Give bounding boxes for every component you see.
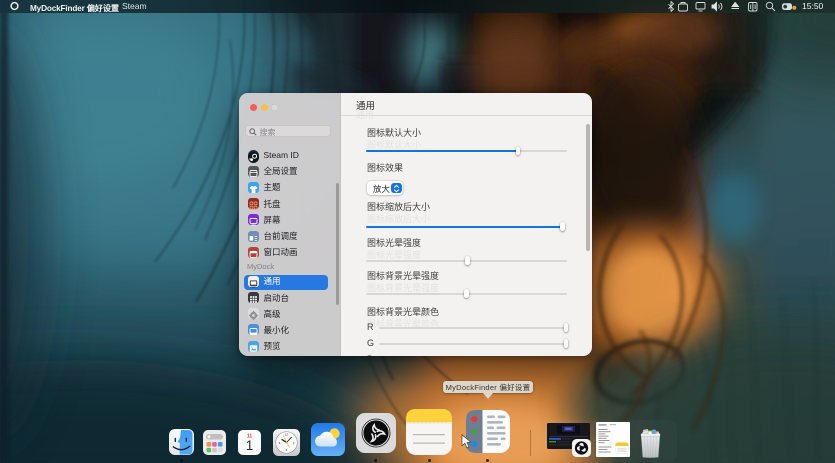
svg-text:12: 12 bbox=[284, 433, 288, 437]
svg-text:1: 1 bbox=[246, 438, 254, 453]
